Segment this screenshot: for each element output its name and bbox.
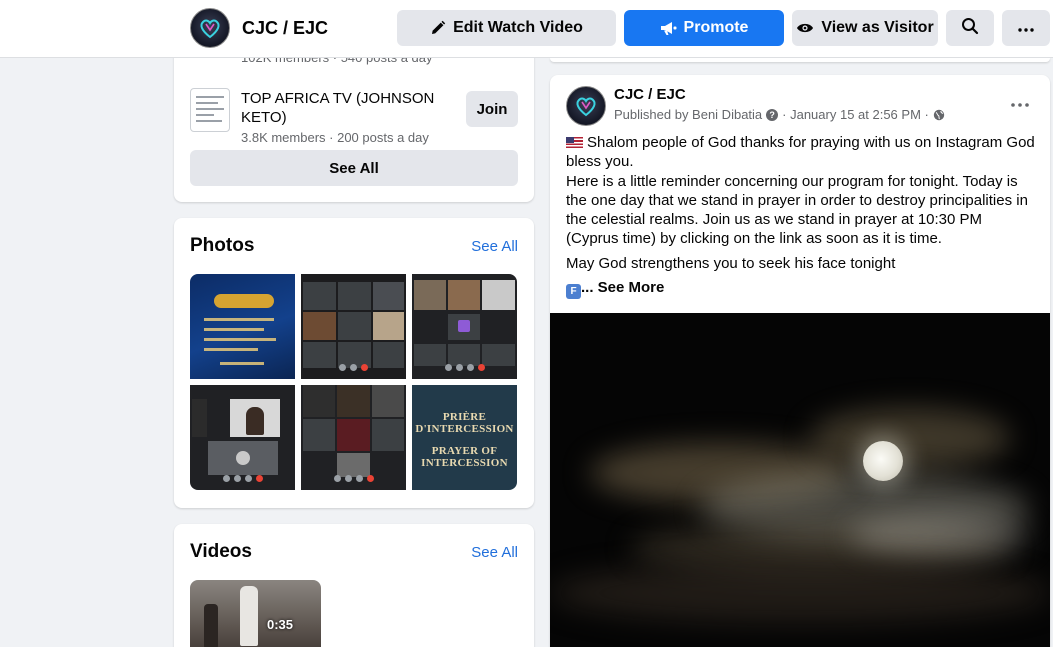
heart-logo-icon — [200, 19, 220, 39]
photo-thumbnail[interactable] — [301, 274, 406, 379]
post-meta: Published by Beni Dibatia ? · January 15… — [614, 107, 945, 122]
page-avatar[interactable] — [190, 8, 230, 48]
video-duration: 0:35 — [266, 617, 293, 632]
page-header: CJC / EJC Edit Watch Video Promote View … — [0, 0, 1053, 58]
post-image-moon-clouds[interactable] — [550, 313, 1050, 647]
heart-logo-icon — [576, 97, 596, 117]
globe-icon — [933, 109, 945, 121]
see-more-link[interactable]: ... See More — [581, 279, 664, 296]
post-card: CJC / EJC Published by Beni Dibatia ? · … — [550, 75, 1050, 647]
edit-watch-video-button[interactable]: Edit Watch Video — [397, 10, 616, 46]
photos-card: Photos See All PRIÈRE D'INTERCESSION PRA… — [174, 218, 534, 508]
us-flag-icon — [566, 137, 583, 148]
promote-label: Promote — [683, 19, 749, 36]
group-meta: 3.8K members · 200 posts a day — [241, 130, 429, 145]
group-item[interactable]: TOP AFRICA TV (JOHNSON KETO) 3.8K member… — [190, 88, 518, 145]
photo-thumbnail[interactable] — [190, 385, 295, 490]
more-horizontal-icon — [1011, 103, 1029, 107]
f-letter-icon: F — [566, 284, 581, 300]
previous-card-edge — [550, 58, 1050, 62]
group-thumbnail[interactable] — [190, 88, 230, 132]
post-paragraph: May God strengthens you to seek his face… — [566, 254, 896, 272]
join-group-button[interactable]: Join — [466, 91, 518, 127]
eye-icon — [796, 22, 814, 34]
post-author-avatar[interactable] — [566, 86, 606, 126]
question-circle-icon[interactable]: ? — [766, 108, 779, 121]
photo-thumbnail[interactable] — [412, 274, 517, 379]
edit-watch-video-label: Edit Watch Video — [453, 19, 583, 36]
group-name[interactable]: TOP AFRICA TV (JOHNSON KETO) — [241, 89, 451, 127]
page-identity[interactable]: CJC / EJC — [190, 8, 328, 48]
post-timestamp[interactable]: · January 15 at 2:56 PM · — [782, 107, 929, 122]
promote-button[interactable]: Promote — [624, 10, 784, 46]
post-options-button[interactable] — [1008, 93, 1032, 117]
more-options-button[interactable] — [1002, 10, 1050, 46]
photo-thumbnail[interactable] — [190, 274, 295, 379]
thumbnail-caption-line: PRIÈRE — [442, 411, 487, 423]
see-all-groups-button[interactable]: See All — [190, 150, 518, 186]
photos-see-all-link[interactable]: See All — [471, 238, 518, 255]
videos-see-all-link[interactable]: See All — [471, 544, 518, 561]
groups-card: 102K members · 540 posts a day TOP AFRIC… — [174, 40, 534, 202]
megaphone-icon — [660, 21, 677, 36]
pencil-icon — [430, 20, 446, 36]
moon — [863, 441, 903, 481]
photos-title: Photos — [190, 235, 255, 256]
published-by-text[interactable]: Published by Beni Dibatia — [614, 107, 762, 122]
videos-title: Videos — [190, 541, 252, 562]
videos-card: Videos See All 0:35 — [174, 524, 534, 647]
page-title[interactable]: CJC / EJC — [242, 18, 328, 39]
view-as-visitor-button[interactable]: View as Visitor — [792, 10, 938, 46]
post-paragraph: Shalom people of God thanks for praying … — [566, 134, 1035, 171]
post-author-name[interactable]: CJC / EJC — [614, 86, 686, 103]
thumbnail-caption-line: PRAYER OF — [431, 445, 498, 457]
photo-thumbnail[interactable]: PRIÈRE D'INTERCESSION PRAYER OF INTERCES… — [412, 385, 517, 490]
post-text: Shalom people of God thanks for praying … — [566, 133, 1036, 304]
search-button[interactable] — [946, 10, 994, 46]
photo-thumbnail[interactable] — [301, 385, 406, 490]
thumbnail-caption-line: INTERCESSION — [421, 457, 508, 469]
video-thumbnail[interactable]: 0:35 — [190, 580, 321, 647]
post-paragraph: Here is a little reminder concerning our… — [566, 172, 1028, 248]
view-as-visitor-label: View as Visitor — [821, 19, 934, 36]
more-horizontal-icon — [1018, 19, 1034, 37]
thumbnail-caption-line: D'INTERCESSION — [415, 423, 514, 435]
search-icon — [961, 17, 979, 40]
